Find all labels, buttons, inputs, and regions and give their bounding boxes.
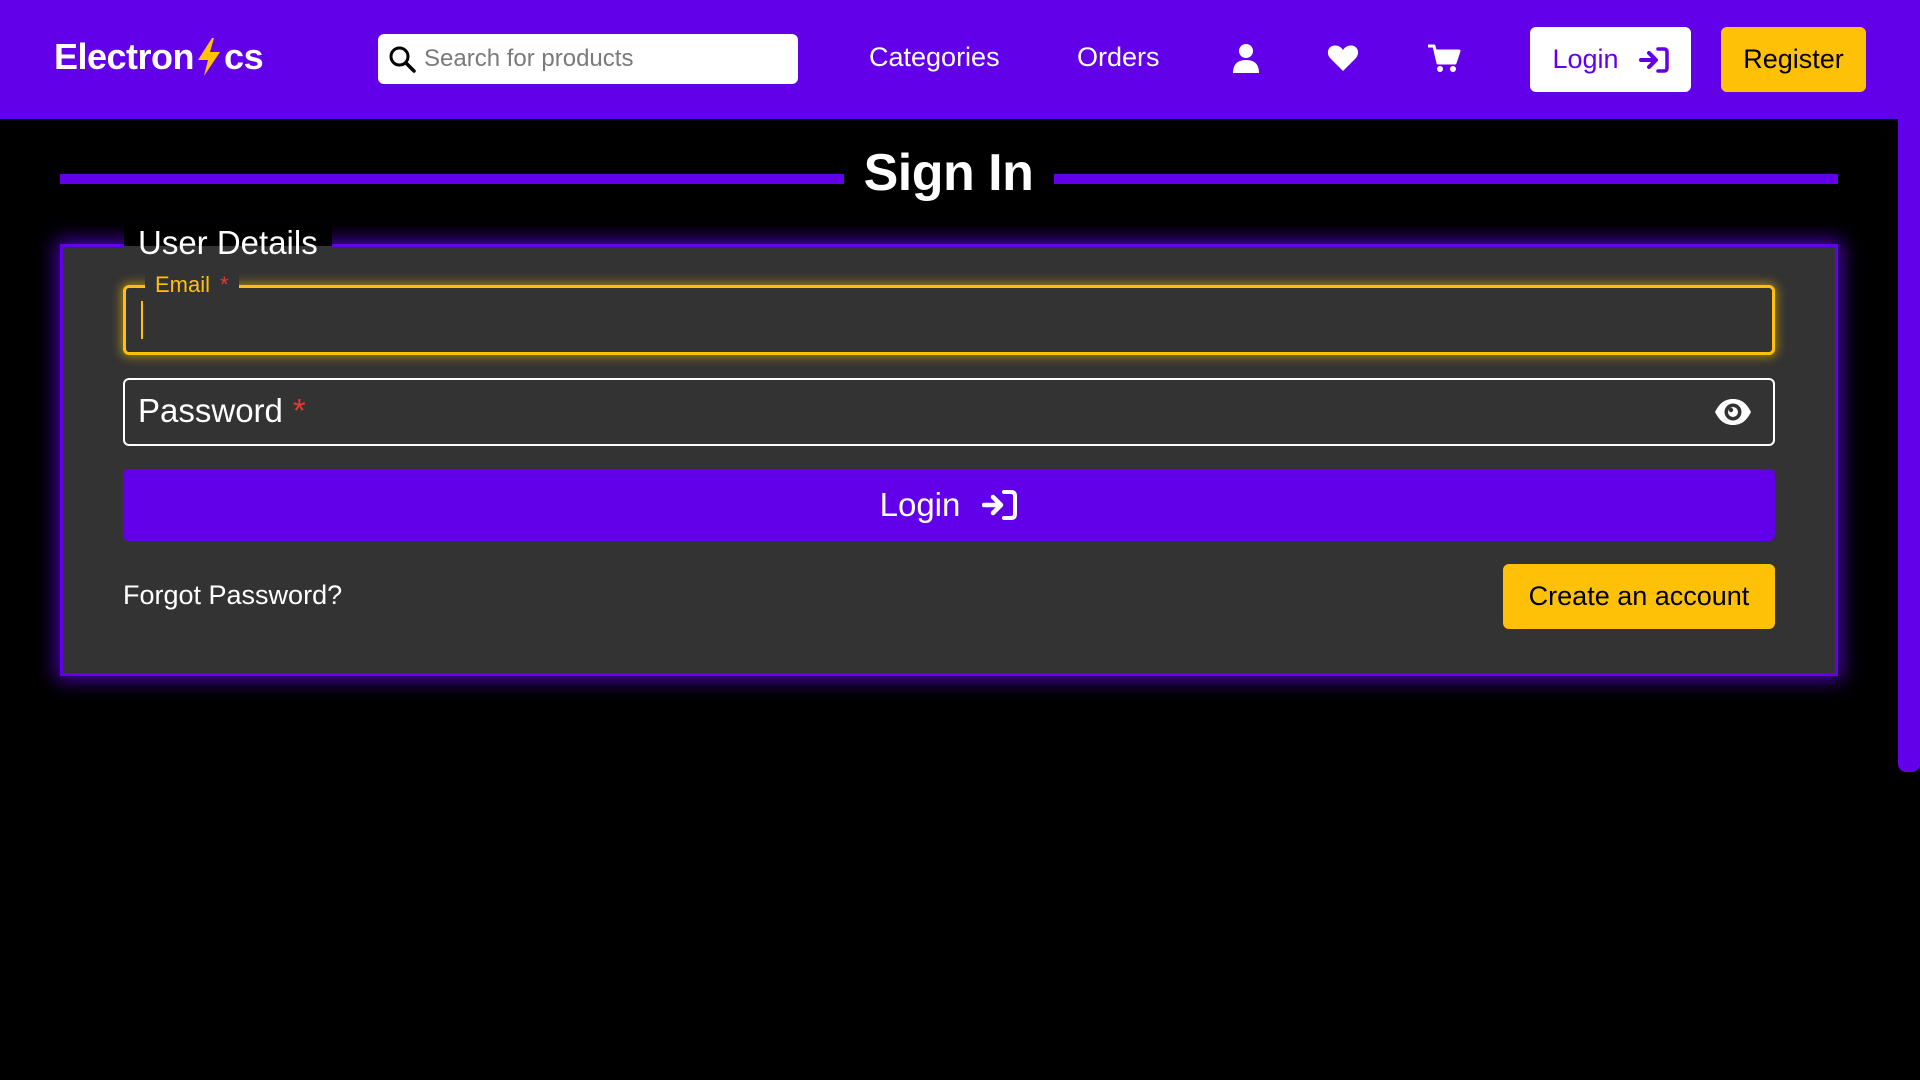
heart-icon[interactable] [1326,41,1360,75]
email-label-text: Email [155,272,211,297]
search-icon[interactable] [388,45,416,73]
email-field[interactable] [123,285,1775,355]
nav-categories-link[interactable]: Categories [869,42,1000,73]
login-submit-button[interactable]: Login [123,469,1775,541]
sign-in-icon [982,490,1018,520]
password-field[interactable] [123,378,1775,446]
password-label-text: Password [138,392,283,429]
fieldset-legend: User Details [124,224,332,262]
password-label: Password * [138,392,306,430]
search-input[interactable] [422,44,782,74]
email-label: Email * [145,272,239,298]
header-register-button[interactable]: Register [1721,27,1866,92]
page-title: Sign In [863,144,1034,202]
logo-text-prefix: Electron [54,36,195,77]
lightning-bolt-icon [198,38,221,76]
text-cursor [141,301,143,339]
nav-orders-link[interactable]: Orders [1077,42,1160,73]
eye-icon[interactable] [1713,396,1753,428]
sign-in-icon [1638,46,1669,73]
user-icon[interactable] [1229,41,1263,75]
header-login-button[interactable]: Login [1530,27,1691,92]
logo-text-suffix: cs [224,36,264,77]
create-account-button[interactable]: Create an account [1503,564,1775,629]
brand-logo[interactable]: Electron cs [54,36,264,78]
header-login-label: Login [1552,44,1619,74]
scrollbar-thumb[interactable] [1898,0,1920,772]
product-search-bar [378,34,798,84]
forgot-password-link[interactable]: Forgot Password? [123,580,342,611]
login-submit-label: Login [879,486,961,523]
email-required-marker: * [220,272,229,297]
password-required-marker: * [292,392,306,429]
cart-icon[interactable] [1427,41,1461,75]
top-navbar: Electron cs Categories Orders Login [0,0,1920,119]
